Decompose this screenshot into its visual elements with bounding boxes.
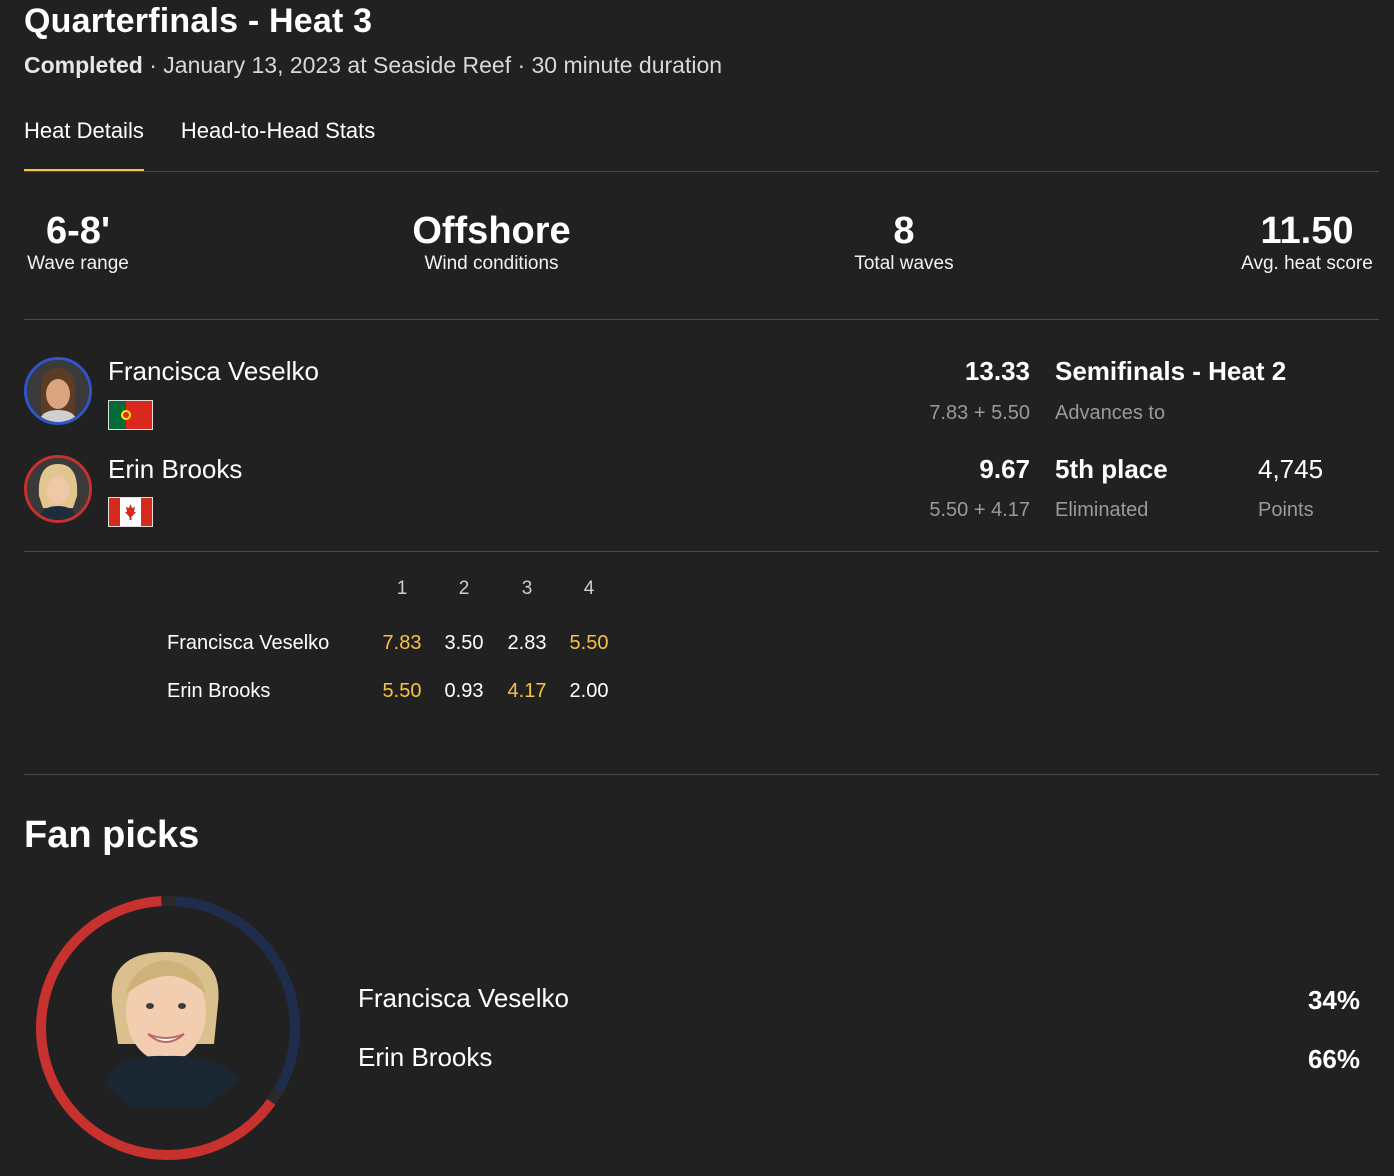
- fan-pick-name: Erin Brooks: [358, 1042, 493, 1072]
- stat-label: Avg. heat score: [1241, 253, 1373, 274]
- stat-wind-conditions: Offshore Wind conditions: [400, 210, 583, 275]
- fan-picks-title: Fan picks: [24, 814, 200, 856]
- athlete-score-breakdown: 7.83 + 5.50: [929, 402, 1030, 424]
- athlete-result-sub: Advances to: [1055, 402, 1166, 424]
- portugal-flag-icon: [108, 400, 153, 430]
- wave-score: 0.93: [444, 680, 484, 702]
- stat-wave-range: 6-8' Wave range: [24, 210, 132, 275]
- tab-heat-details[interactable]: Heat Details: [24, 118, 144, 172]
- athlete-result[interactable]: Semifinals - Heat 2: [1055, 356, 1286, 387]
- stat-value: 6-8': [46, 210, 110, 252]
- wave-score: 2.00: [569, 680, 609, 702]
- wave-score: 5.50: [569, 632, 609, 654]
- athlete-heat-score: 9.67: [979, 454, 1030, 484]
- avatar-erin-brooks[interactable]: [24, 455, 92, 523]
- athlete-name[interactable]: Erin Brooks: [108, 454, 242, 485]
- stat-value: Offshore: [412, 210, 571, 252]
- fan-pick-name: Francisca Veselko: [358, 983, 569, 1013]
- athlete-heat-score: 13.33: [964, 356, 1030, 386]
- wave-score: 3.50: [444, 632, 484, 654]
- heat-status: Completed: [24, 52, 143, 78]
- wave-row-name: Francisca Veselko: [167, 632, 330, 654]
- stat-label: Wave range: [27, 253, 129, 274]
- wave-column-header: 2: [458, 578, 470, 599]
- avatar-francisca-veselko[interactable]: [24, 357, 92, 425]
- athlete-result-sub: Eliminated: [1055, 499, 1149, 521]
- athlete-result: 5th place: [1055, 454, 1168, 484]
- wave-row-name: Erin Brooks: [167, 680, 271, 702]
- stat-label: Wind conditions: [424, 253, 559, 274]
- athlete-name[interactable]: Francisca Veselko: [108, 356, 319, 387]
- athletes-divider: [24, 551, 1379, 552]
- fan-picks-donut: [34, 894, 302, 1162]
- athlete-photo-icon: [27, 360, 89, 422]
- stat-avg-heat-score: 11.50 Avg. heat score: [1232, 210, 1382, 275]
- canada-flag-icon: [108, 497, 153, 527]
- tab-head-to-head-stats[interactable]: Head-to-Head Stats: [181, 118, 375, 172]
- stat-value: 8: [893, 210, 915, 252]
- wave-score: 4.17: [507, 680, 547, 702]
- stat-total-waves: 8 Total waves: [844, 210, 964, 275]
- athlete-score-breakdown: 5.50 + 4.17: [929, 499, 1030, 521]
- wave-score: 2.83: [507, 632, 547, 654]
- tab-bar: Heat Details Head-to-Head Stats: [24, 118, 412, 172]
- stat-value: 11.50: [1260, 210, 1354, 252]
- athlete-photo-icon: [104, 952, 240, 1108]
- athlete-points-label: Points: [1258, 499, 1314, 521]
- page-title: Quarterfinals - Heat 3: [24, 2, 373, 40]
- fan-pick-percent: 66%: [1307, 1044, 1360, 1074]
- wave-score: 7.83: [382, 632, 422, 654]
- wave-column-header: 4: [583, 578, 595, 599]
- tabs-divider: [24, 171, 1379, 172]
- wave-column-header: 1: [396, 578, 408, 599]
- wave-column-header: 3: [521, 578, 533, 599]
- heat-details: · January 13, 2023 at Seaside Reef · 30 …: [142, 52, 723, 78]
- stat-label: Total waves: [854, 253, 954, 274]
- stats-divider: [24, 319, 1379, 320]
- waves-divider: [24, 774, 1379, 775]
- athlete-points: 4,745: [1258, 454, 1324, 484]
- athlete-photo-icon: [27, 458, 89, 520]
- fan-pick-percent: 34%: [1307, 985, 1360, 1015]
- wave-score: 5.50: [382, 680, 422, 702]
- heat-subtitle: Completed · January 13, 2023 at Seaside …: [24, 52, 722, 79]
